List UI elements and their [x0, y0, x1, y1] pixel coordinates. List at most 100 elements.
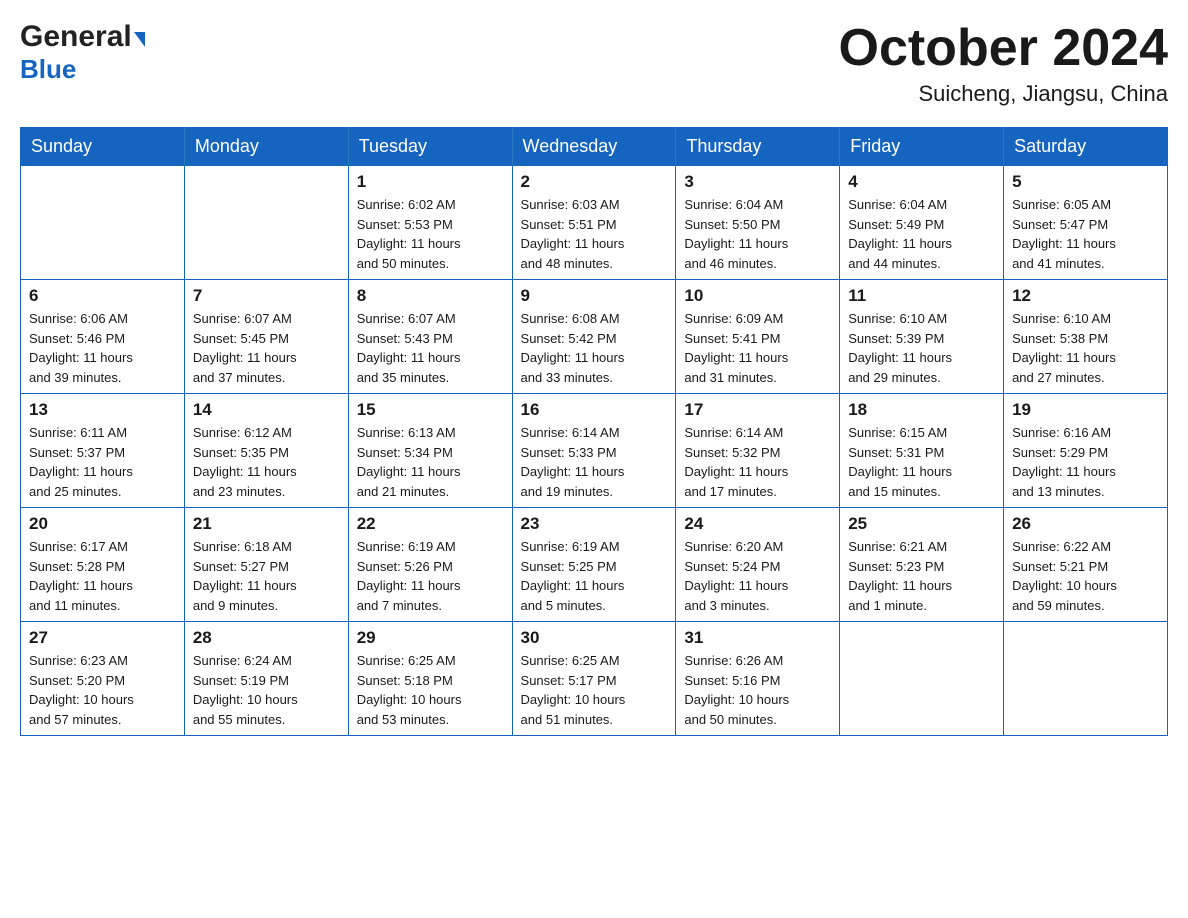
- day-info: Sunrise: 6:24 AMSunset: 5:19 PMDaylight:…: [193, 651, 340, 729]
- day-number: 22: [357, 514, 504, 534]
- logo-blue-text: Blue: [20, 54, 76, 84]
- day-number: 20: [29, 514, 176, 534]
- calendar-cell: 28Sunrise: 6:24 AMSunset: 5:19 PMDayligh…: [184, 622, 348, 736]
- page-header: General Blue October 2024 Suicheng, Jian…: [20, 20, 1168, 107]
- day-number: 8: [357, 286, 504, 306]
- day-number: 24: [684, 514, 831, 534]
- day-info: Sunrise: 6:10 AMSunset: 5:39 PMDaylight:…: [848, 309, 995, 387]
- day-info: Sunrise: 6:16 AMSunset: 5:29 PMDaylight:…: [1012, 423, 1159, 501]
- day-number: 3: [684, 172, 831, 192]
- calendar-title: October 2024: [839, 20, 1169, 77]
- day-info: Sunrise: 6:14 AMSunset: 5:33 PMDaylight:…: [521, 423, 668, 501]
- day-number: 26: [1012, 514, 1159, 534]
- calendar-cell: 21 Sunrise: 6:18 AMSunset: 5:27 PMDayligh…: [184, 508, 348, 622]
- calendar-cell: 18Sunrise: 6:15 AMSunset: 5:31 PMDayligh…: [840, 394, 1004, 508]
- calendar-cell: [21, 166, 185, 280]
- calendar-cell: 26 Sunrise: 6:22 AMSunset: 5:21 PMDayligh…: [1004, 508, 1168, 622]
- week-row-3: 13 Sunrise: 6:11 AMSunset: 5:37 PMDayligh…: [21, 394, 1168, 508]
- calendar-cell: 11 Sunrise: 6:10 AMSunset: 5:39 PMDayligh…: [840, 280, 1004, 394]
- day-info: Sunrise: 6:21 AMSunset: 5:23 PMDaylight:…: [848, 537, 995, 615]
- day-number: 29: [357, 628, 504, 648]
- calendar-cell: 12Sunrise: 6:10 AMSunset: 5:38 PMDayligh…: [1004, 280, 1168, 394]
- calendar-cell: 14Sunrise: 6:12 AMSunset: 5:35 PMDayligh…: [184, 394, 348, 508]
- weekday-header-row: SundayMondayTuesdayWednesdayThursdayFrid…: [21, 128, 1168, 166]
- title-block: October 2024 Suicheng, Jiangsu, China: [839, 20, 1169, 107]
- day-number: 5: [1012, 172, 1159, 192]
- day-info: Sunrise: 6:03 AMSunset: 5:51 PMDaylight:…: [521, 195, 668, 273]
- calendar-cell: [840, 622, 1004, 736]
- day-info: Sunrise: 6:17 AMSunset: 5:28 PMDaylight:…: [29, 537, 176, 615]
- calendar-cell: 17 Sunrise: 6:14 AMSunset: 5:32 PMDayligh…: [676, 394, 840, 508]
- calendar-cell: 13 Sunrise: 6:11 AMSunset: 5:37 PMDayligh…: [21, 394, 185, 508]
- day-info: Sunrise: 6:07 AMSunset: 5:43 PMDaylight:…: [357, 309, 504, 387]
- logo: General Blue: [20, 20, 145, 85]
- day-number: 27: [29, 628, 176, 648]
- day-number: 17: [684, 400, 831, 420]
- weekday-header-sunday: Sunday: [21, 128, 185, 166]
- day-info: Sunrise: 6:04 AMSunset: 5:49 PMDaylight:…: [848, 195, 995, 273]
- day-info: Sunrise: 6:25 AMSunset: 5:18 PMDaylight:…: [357, 651, 504, 729]
- day-number: 1: [357, 172, 504, 192]
- calendar-cell: 6 Sunrise: 6:06 AMSunset: 5:46 PMDaylight…: [21, 280, 185, 394]
- day-info: Sunrise: 6:11 AMSunset: 5:37 PMDaylight:…: [29, 423, 176, 501]
- day-info: Sunrise: 6:09 AMSunset: 5:41 PMDaylight:…: [684, 309, 831, 387]
- day-info: Sunrise: 6:14 AMSunset: 5:32 PMDaylight:…: [684, 423, 831, 501]
- calendar-cell: 2 Sunrise: 6:03 AMSunset: 5:51 PMDaylight…: [512, 166, 676, 280]
- day-number: 6: [29, 286, 176, 306]
- week-row-1: 1 Sunrise: 6:02 AMSunset: 5:53 PMDaylight…: [21, 166, 1168, 280]
- day-number: 23: [521, 514, 668, 534]
- calendar-cell: 8 Sunrise: 6:07 AMSunset: 5:43 PMDaylight…: [348, 280, 512, 394]
- day-info: Sunrise: 6:19 AMSunset: 5:25 PMDaylight:…: [521, 537, 668, 615]
- calendar-cell: 7 Sunrise: 6:07 AMSunset: 5:45 PMDaylight…: [184, 280, 348, 394]
- calendar-cell: 5 Sunrise: 6:05 AMSunset: 5:47 PMDaylight…: [1004, 166, 1168, 280]
- day-number: 9: [521, 286, 668, 306]
- day-info: Sunrise: 6:22 AMSunset: 5:21 PMDaylight:…: [1012, 537, 1159, 615]
- day-info: Sunrise: 6:13 AMSunset: 5:34 PMDaylight:…: [357, 423, 504, 501]
- day-info: Sunrise: 6:25 AMSunset: 5:17 PMDaylight:…: [521, 651, 668, 729]
- calendar-cell: [184, 166, 348, 280]
- day-info: Sunrise: 6:26 AMSunset: 5:16 PMDaylight:…: [684, 651, 831, 729]
- calendar-cell: [1004, 622, 1168, 736]
- calendar-cell: 29 Sunrise: 6:25 AMSunset: 5:18 PMDayligh…: [348, 622, 512, 736]
- calendar-subtitle: Suicheng, Jiangsu, China: [839, 81, 1169, 107]
- day-info: Sunrise: 6:18 AMSunset: 5:27 PMDaylight:…: [193, 537, 340, 615]
- weekday-header-monday: Monday: [184, 128, 348, 166]
- day-number: 2: [521, 172, 668, 192]
- day-number: 31: [684, 628, 831, 648]
- day-number: 25: [848, 514, 995, 534]
- calendar-table: SundayMondayTuesdayWednesdayThursdayFrid…: [20, 127, 1168, 736]
- day-info: Sunrise: 6:05 AMSunset: 5:47 PMDaylight:…: [1012, 195, 1159, 273]
- day-number: 30: [521, 628, 668, 648]
- calendar-cell: 9Sunrise: 6:08 AMSunset: 5:42 PMDaylight…: [512, 280, 676, 394]
- day-info: Sunrise: 6:20 AMSunset: 5:24 PMDaylight:…: [684, 537, 831, 615]
- day-number: 18: [848, 400, 995, 420]
- day-info: Sunrise: 6:12 AMSunset: 5:35 PMDaylight:…: [193, 423, 340, 501]
- weekday-header-friday: Friday: [840, 128, 1004, 166]
- day-number: 16: [521, 400, 668, 420]
- day-info: Sunrise: 6:23 AMSunset: 5:20 PMDaylight:…: [29, 651, 176, 729]
- calendar-cell: 22 Sunrise: 6:19 AMSunset: 5:26 PMDayligh…: [348, 508, 512, 622]
- day-info: Sunrise: 6:19 AMSunset: 5:26 PMDaylight:…: [357, 537, 504, 615]
- day-number: 10: [684, 286, 831, 306]
- week-row-5: 27 Sunrise: 6:23 AMSunset: 5:20 PMDayligh…: [21, 622, 1168, 736]
- day-info: Sunrise: 6:06 AMSunset: 5:46 PMDaylight:…: [29, 309, 176, 387]
- calendar-cell: 15Sunrise: 6:13 AMSunset: 5:34 PMDayligh…: [348, 394, 512, 508]
- calendar-cell: 27 Sunrise: 6:23 AMSunset: 5:20 PMDayligh…: [21, 622, 185, 736]
- calendar-cell: 24 Sunrise: 6:20 AMSunset: 5:24 PMDayligh…: [676, 508, 840, 622]
- calendar-cell: 3Sunrise: 6:04 AMSunset: 5:50 PMDaylight…: [676, 166, 840, 280]
- day-number: 11: [848, 286, 995, 306]
- day-info: Sunrise: 6:07 AMSunset: 5:45 PMDaylight:…: [193, 309, 340, 387]
- weekday-header-thursday: Thursday: [676, 128, 840, 166]
- weekday-header-tuesday: Tuesday: [348, 128, 512, 166]
- day-number: 21: [193, 514, 340, 534]
- calendar-cell: 19Sunrise: 6:16 AMSunset: 5:29 PMDayligh…: [1004, 394, 1168, 508]
- week-row-4: 20 Sunrise: 6:17 AMSunset: 5:28 PMDayligh…: [21, 508, 1168, 622]
- day-number: 7: [193, 286, 340, 306]
- day-number: 4: [848, 172, 995, 192]
- calendar-cell: 20 Sunrise: 6:17 AMSunset: 5:28 PMDayligh…: [21, 508, 185, 622]
- logo-general-text: General: [20, 20, 132, 54]
- day-number: 13: [29, 400, 176, 420]
- weekday-header-saturday: Saturday: [1004, 128, 1168, 166]
- weekday-header-wednesday: Wednesday: [512, 128, 676, 166]
- day-info: Sunrise: 6:02 AMSunset: 5:53 PMDaylight:…: [357, 195, 504, 273]
